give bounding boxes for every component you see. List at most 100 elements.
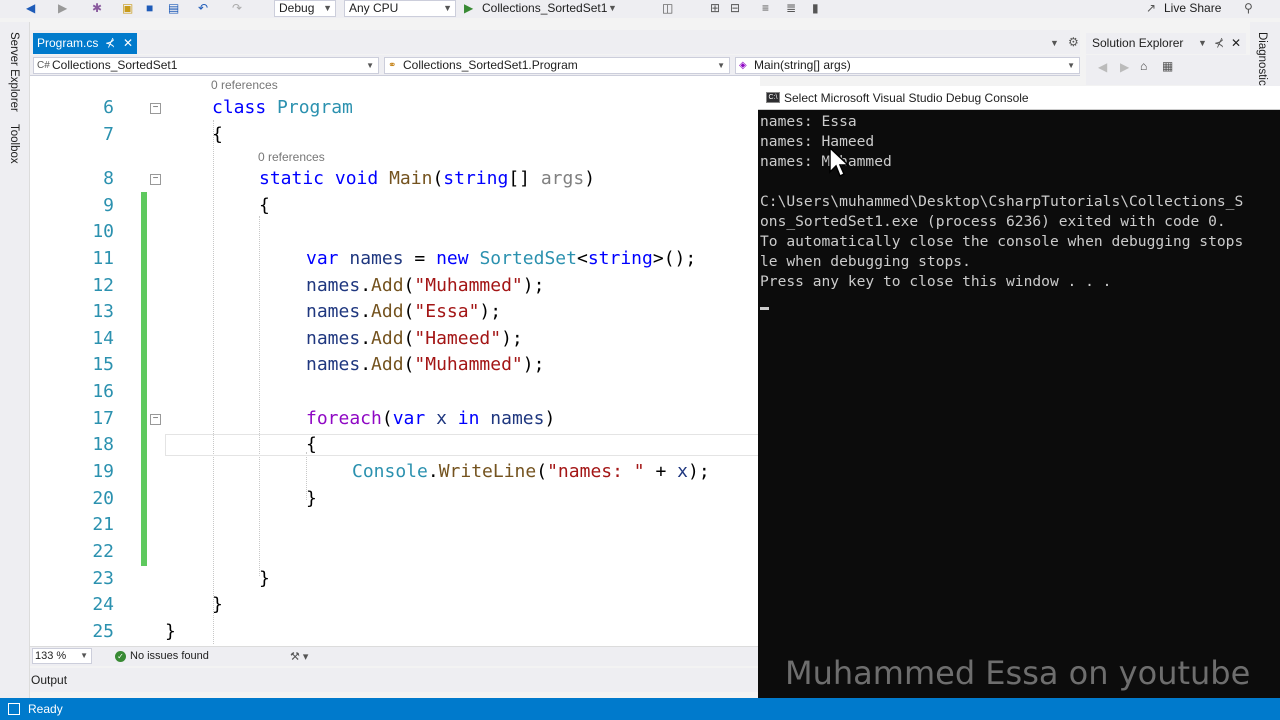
console-line: ons_SortedSet1.exe (process 6236) exited…: [760, 213, 1226, 230]
code-line-25: }: [165, 621, 176, 642]
issues-indicator[interactable]: ✓ No issues found: [115, 648, 209, 664]
line-number: 15: [92, 354, 114, 375]
line-number: 19: [92, 461, 114, 482]
line-number: 13: [92, 301, 114, 322]
class-icon: ⚭: [388, 60, 397, 71]
toggle-icon[interactable]: ⊟: [730, 0, 740, 16]
csharp-project-icon: C#: [37, 60, 50, 71]
output-tab[interactable]: Output: [31, 671, 67, 689]
project-dropdown[interactable]: C# Collections_SortedSet1 ▼: [33, 57, 379, 74]
line-number: 11: [92, 248, 114, 269]
switch-views-icon[interactable]: ▦: [1162, 59, 1173, 73]
chevron-down-icon[interactable]: ▼: [608, 0, 617, 16]
zoom-value: 133 %: [35, 650, 67, 662]
forward-arrow-icon[interactable]: ▶: [58, 0, 67, 16]
console-title: Select Microsoft Visual Studio Debug Con…: [784, 91, 1029, 105]
chevron-down-icon[interactable]: ▼: [1198, 33, 1207, 54]
live-share-icon: ↗: [1146, 1, 1157, 15]
line-number: 21: [92, 514, 114, 535]
collapse-region-icon[interactable]: −: [150, 103, 161, 114]
feedback-icon[interactable]: ⚲: [1244, 0, 1253, 16]
collapse-region-icon[interactable]: −: [150, 414, 161, 425]
hierarchy-icon[interactable]: ⊞: [710, 0, 720, 16]
code-editor[interactable]: 0 references 0 references 6 7 8 9 10 11 …: [30, 76, 760, 646]
line-number: 17: [92, 408, 114, 429]
line-number: 6: [103, 97, 114, 118]
tab-label: Program.cs: [37, 36, 99, 50]
console-title-bar[interactable]: Select Microsoft Visual Studio Debug Con…: [758, 86, 1280, 110]
chevron-down-icon: ▼: [1067, 61, 1075, 70]
class-dropdown[interactable]: ⚭ Collections_SortedSet1.Program ▼: [384, 57, 730, 74]
home-icon[interactable]: ⌂: [1140, 59, 1147, 73]
comment-icon[interactable]: ≡: [762, 0, 769, 16]
code-lens-references[interactable]: 0 references: [211, 78, 278, 92]
line-number: 22: [92, 541, 114, 562]
diagnostics-tab[interactable]: Diagnostics: [1256, 32, 1268, 91]
current-line-highlight: [165, 434, 760, 456]
line-number: 23: [92, 568, 114, 589]
toolbox-tab[interactable]: Toolbox: [8, 124, 20, 164]
code-line-11: var names = new SortedSet<string>();: [306, 248, 697, 269]
line-number: 7: [103, 124, 114, 145]
server-explorer-tab[interactable]: Server Explorer: [8, 32, 20, 112]
undo-icon[interactable]: ↶: [198, 0, 208, 16]
platform-value: Any CPU: [349, 1, 399, 15]
zoom-select[interactable]: 133 % ▼: [32, 648, 92, 664]
forward-arrow-icon[interactable]: ▶: [1120, 60, 1129, 74]
console-line: C:\Users\muhammed\Desktop\CsharpTutorial…: [760, 193, 1244, 210]
live-share-button[interactable]: Live Share: [1164, 0, 1221, 16]
output-status-icon: [8, 703, 20, 715]
change-tracking-bar: [141, 192, 147, 566]
run-target-button[interactable]: Collections_SortedSet1: [482, 0, 607, 16]
start-debug-icon[interactable]: ▶: [464, 0, 473, 16]
line-number: 18: [92, 434, 114, 455]
tab-list-chevron-icon[interactable]: ▼: [1050, 38, 1059, 48]
close-icon[interactable]: ✕: [1231, 33, 1241, 54]
output-panel-bar: [30, 668, 760, 692]
settings-gear-icon[interactable]: ⚙: [1068, 35, 1079, 49]
member-dropdown[interactable]: ◈ Main(string[] args) ▼: [735, 57, 1080, 74]
pin-icon[interactable]: ⊀: [105, 33, 115, 54]
bookmark-icon[interactable]: ▮: [812, 0, 819, 16]
code-line-19: Console.WriteLine("names: " + x);: [352, 461, 710, 482]
collapse-region-icon[interactable]: −: [150, 174, 161, 185]
close-icon[interactable]: ✕: [123, 33, 133, 54]
solution-explorer-header: Solution Explorer ▼ ⊀ ✕: [1086, 33, 1246, 54]
chevron-down-icon: ▼: [80, 651, 88, 660]
back-arrow-icon[interactable]: ◀: [1098, 60, 1107, 74]
configuration-value: Debug: [279, 1, 315, 15]
console-line: Press any key to close this window . . .: [760, 273, 1112, 290]
tab-program-cs[interactable]: Program.cs ⊀ ✕: [33, 33, 137, 54]
line-number: 14: [92, 328, 114, 349]
line-number: 10: [92, 221, 114, 242]
member-value: Main(string[] args): [754, 58, 851, 72]
pin-icon[interactable]: ⊀: [1214, 33, 1224, 54]
console-app-icon: C:\: [766, 92, 780, 103]
code-lens-references[interactable]: 0 references: [258, 150, 325, 164]
indent-guide: [259, 216, 260, 576]
configuration-select[interactable]: Debug ▼: [274, 0, 336, 17]
line-number: 9: [103, 195, 114, 216]
brush-cleanup-icon[interactable]: ⚒ ▾: [290, 650, 308, 663]
browser-link-icon[interactable]: ◫: [662, 0, 673, 16]
back-arrow-icon[interactable]: ◀: [26, 0, 35, 16]
main-toolbar: ◀ ▶ ✱ ▣ ■ ▤ ↶ ↷ Debug ▼ Any CPU ▼ ▶ Coll…: [0, 0, 1280, 18]
open-folder-icon[interactable]: ▣: [122, 0, 133, 16]
code-line-20: }: [306, 488, 317, 509]
code-line-12: names.Add("Muhammed");: [306, 275, 545, 296]
uncomment-icon[interactable]: ≣: [786, 0, 796, 16]
line-number: 12: [92, 275, 114, 296]
status-bar: [0, 698, 1280, 720]
platform-select[interactable]: Any CPU ▼: [344, 0, 456, 17]
code-line-24: }: [212, 594, 223, 615]
code-line-6: class Program: [212, 97, 353, 118]
console-line: le when debugging stops.: [760, 253, 971, 270]
status-ready: Ready: [28, 702, 63, 716]
redo-icon[interactable]: ↷: [232, 0, 242, 16]
code-line-7: {: [212, 124, 223, 145]
solution-explorer-title[interactable]: Solution Explorer: [1092, 36, 1183, 50]
save-all-icon[interactable]: ▤: [168, 0, 179, 16]
method-icon: ◈: [739, 60, 747, 71]
new-project-icon[interactable]: ✱: [92, 0, 102, 16]
save-icon[interactable]: ■: [146, 0, 153, 16]
